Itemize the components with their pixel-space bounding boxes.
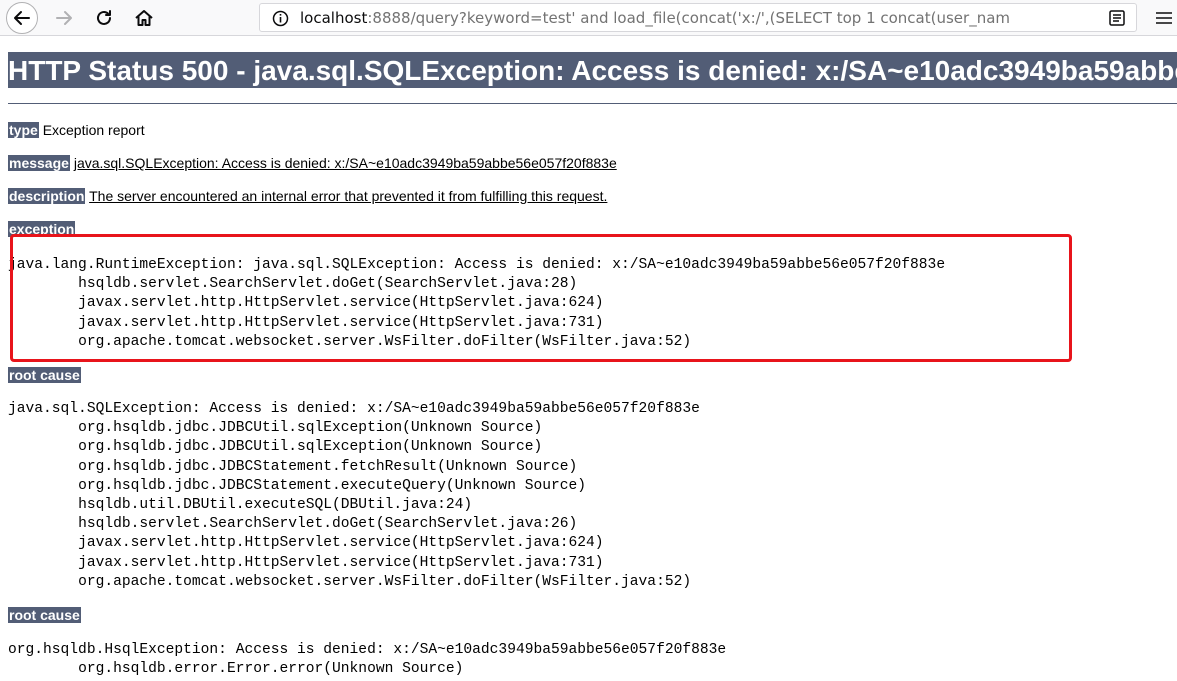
- arrow-right-icon: [56, 11, 72, 25]
- type-row: type Exception report: [8, 122, 145, 138]
- url-text[interactable]: localhost:8888/query?keyword=test' and l…: [300, 9, 1090, 27]
- arrow-left-icon: [14, 11, 30, 25]
- message-row: message java.sql.SQLException: Access is…: [8, 155, 617, 171]
- divider: [8, 103, 1177, 104]
- type-value: Exception report: [42, 122, 145, 138]
- menu-icon[interactable]: [1150, 10, 1172, 26]
- error-page: HTTP Status 500 - java.sql.SQLException:…: [8, 52, 1177, 677]
- root-cause-label: root cause: [8, 607, 81, 623]
- browser-toolbar: localhost:8888/query?keyword=test' and l…: [0, 0, 1177, 36]
- home-button[interactable]: [130, 4, 158, 32]
- reload-button[interactable]: [90, 4, 118, 32]
- root-cause-row-1: root cause: [8, 367, 81, 383]
- type-label: type: [8, 122, 39, 138]
- url-path: :8888/query?keyword=test' and load_file(…: [367, 9, 1011, 27]
- url-host: localhost: [300, 9, 368, 27]
- address-bar[interactable]: localhost:8888/query?keyword=test' and l…: [259, 3, 1137, 32]
- root-cause-trace-1: java.sql.SQLException: Access is denied:…: [8, 401, 700, 590]
- home-icon: [135, 10, 153, 26]
- message-value: java.sql.SQLException: Access is denied:…: [73, 155, 617, 171]
- info-icon[interactable]: [272, 10, 289, 27]
- root-cause-trace-2: org.hsqldb.HsqlException: Access is deni…: [8, 642, 727, 678]
- description-row: description The server encountered an in…: [8, 188, 607, 204]
- reader-view-icon[interactable]: [1108, 9, 1126, 27]
- message-label: message: [8, 155, 70, 171]
- forward-button[interactable]: [50, 4, 78, 32]
- root-cause-row-2: root cause: [8, 607, 81, 623]
- description-label: description: [8, 188, 86, 204]
- highlight-box: [10, 234, 1072, 362]
- page-title: HTTP Status 500 - java.sql.SQLException:…: [8, 52, 1177, 88]
- reload-icon: [97, 10, 111, 25]
- description-value: The server encountered an internal error…: [89, 188, 608, 204]
- root-cause-label: root cause: [8, 367, 81, 383]
- back-button[interactable]: [6, 2, 38, 34]
